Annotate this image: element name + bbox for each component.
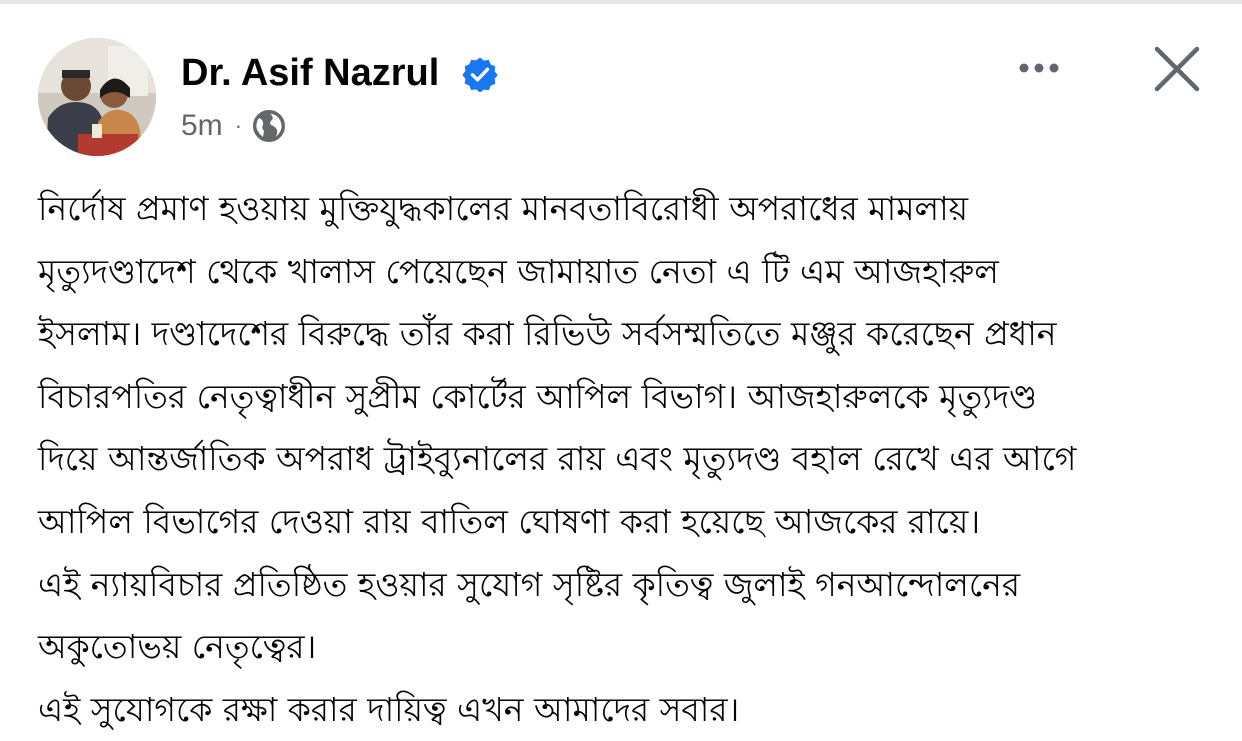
post-meta: 5m · [181, 106, 286, 146]
verified-badge-icon [462, 57, 498, 92]
meta-separator: · [234, 113, 243, 138]
post-text-line: ইসলাম। দণ্ডাদেশের বিরুদ্ধে তাঁর করা রিভি… [38, 314, 1057, 354]
close-button[interactable] [1150, 42, 1204, 96]
post-text-line: দিয়ে আন্তর্জাতিক অপরাধ ট্রাইব্যুনালের র… [38, 439, 1077, 479]
more-options-button[interactable] [1010, 46, 1068, 90]
post-text-line: মৃত্যুদণ্ডাদেশ থেকে খালাস পেয়েছেন জামায… [38, 251, 999, 291]
post-text-line: আপিল বিভাগের দেওয়া রায় বাতিল ঘোষণা করা… [38, 501, 981, 541]
author-name[interactable]: Dr. Asif Nazrul [181, 50, 439, 96]
author-avatar[interactable] [38, 38, 156, 156]
post-text-line: অকুতোভয় নেতৃত্বের। [38, 627, 317, 667]
facebook-post: Dr. Asif Nazrul 5m · নির্দোষ প্রমাণ হওয়… [0, 0, 1242, 729]
avatar-photo [38, 38, 156, 156]
globe-icon[interactable] [252, 109, 286, 143]
post-text-line: বিচারপতির নেতৃত্বাধীন সুপ্রীম কোর্টের আপ… [38, 376, 1038, 416]
post-text-line: নির্দোষ প্রমাণ হওয়ায় মুক্তিযুদ্ধকালের … [38, 189, 969, 228]
post-text-line: এই সুযোগকে রক্ষা করার দায়িত্ব এখন আমাদে… [38, 689, 740, 729]
post-text: নির্দোষ প্রমাণ হওয়ায় মুক্তিযুদ্ধকালের … [38, 178, 1218, 741]
post-time[interactable]: 5m [181, 109, 223, 143]
post-text-line: এই ন্যায়বিচার প্রতিষ্ঠিত হওয়ার সুযোগ স… [38, 564, 1021, 604]
